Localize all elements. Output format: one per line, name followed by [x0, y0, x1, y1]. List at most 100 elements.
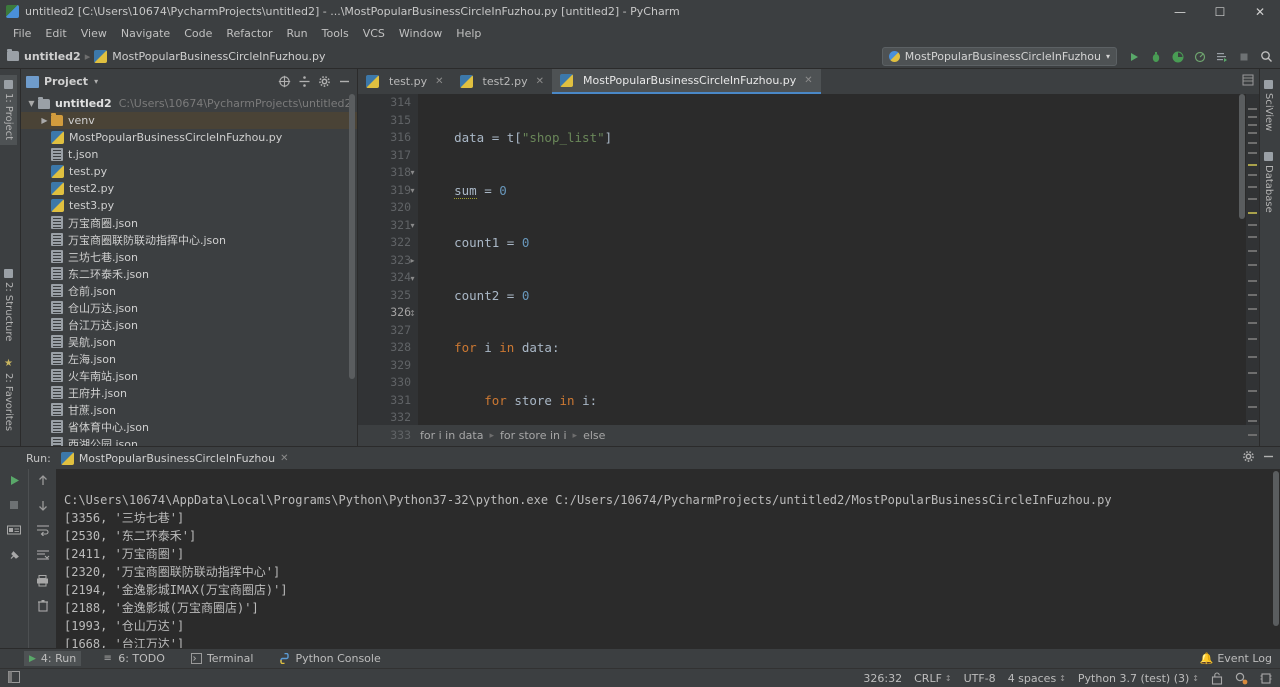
sidebar-tab-project[interactable]: 1: Project [0, 75, 17, 146]
scrollbar-thumb[interactable] [349, 94, 355, 379]
menu-help[interactable]: Help [449, 25, 488, 42]
chevron-right-icon[interactable]: ▶ [38, 116, 51, 125]
chevron-down-icon[interactable]: ▾ [94, 77, 98, 86]
fold-marker-for-store[interactable]: ▾ [408, 186, 417, 195]
editor-marker-bar[interactable] [1246, 94, 1259, 436]
menu-vcs[interactable]: VCS [356, 25, 392, 42]
chevron-down-icon[interactable]: ▼ [25, 99, 38, 108]
tree-row-file[interactable]: 王府井.json [21, 384, 357, 401]
hide-icon[interactable] [1262, 450, 1275, 466]
close-icon[interactable]: ✕ [536, 76, 544, 87]
tree-row-file[interactable]: 三坊七巷.json [21, 248, 357, 265]
tree-row-venv[interactable]: ▶ venv [21, 112, 357, 129]
tree-row-file[interactable]: 仓前.json [21, 282, 357, 299]
tree-row-file[interactable]: 西湖公园.json [21, 435, 357, 446]
sidebar-tab-favorites[interactable]: ★ 2: Favorites [0, 353, 17, 436]
project-file-tree[interactable]: ▼ untitled2 C:\Users\10674\PycharmProjec… [21, 94, 357, 446]
gear-icon[interactable] [316, 73, 333, 90]
minimize-button[interactable]: — [1160, 0, 1200, 23]
code-editor[interactable]: 314 315 316 317 318 319 320 321 322 323 … [358, 94, 1259, 442]
dump-threads-icon[interactable] [6, 522, 22, 538]
tree-row-file[interactable]: test.py [21, 163, 357, 180]
profile-button[interactable] [1190, 47, 1210, 67]
hide-icon[interactable] [336, 73, 353, 90]
maximize-button[interactable]: ☐ [1200, 0, 1240, 23]
pin-tab-icon[interactable] [6, 547, 22, 563]
interpreter-selector[interactable]: Python 3.7 (test) (3) ↕ [1078, 672, 1199, 685]
close-icon[interactable]: ✕ [804, 75, 812, 86]
close-icon[interactable]: ✕ [280, 453, 288, 464]
run-panel-tab[interactable]: MostPopularBusinessCircleInFuzhou ✕ [60, 451, 288, 465]
tree-row-file[interactable]: 台江万达.json [21, 316, 357, 333]
breadcrumb-file[interactable]: MostPopularBusinessCircleInFuzhou.py [112, 50, 325, 63]
bottom-tab-todo[interactable]: ≡ 6: TODO [97, 651, 170, 666]
print-icon[interactable] [35, 572, 51, 588]
code-text[interactable]: data = t["shop_list"] sum = 0 count1 = 0… [418, 94, 1259, 425]
coverage-button[interactable] [1168, 47, 1188, 67]
close-icon[interactable]: ✕ [435, 76, 443, 87]
stop-icon[interactable] [6, 497, 22, 513]
fold-marker-for-i[interactable]: ▾ [408, 168, 417, 177]
menu-file[interactable]: File [6, 25, 38, 42]
sidebar-tab-database[interactable]: Database [1260, 147, 1277, 218]
fold-marker-else[interactable]: ▾ [408, 274, 417, 283]
bottom-tab-python-console[interactable]: Python Console [274, 651, 385, 666]
bottom-tab-run[interactable]: ▶ 4: Run [24, 651, 82, 666]
breadcrumb-item-for-i[interactable]: for i in data [420, 429, 483, 442]
project-tree-scrollbar[interactable] [348, 94, 356, 446]
menu-edit[interactable]: Edit [38, 25, 73, 42]
indent-selector[interactable]: 4 spaces ↕ [1008, 672, 1066, 685]
run-button[interactable] [1124, 47, 1144, 67]
search-icon[interactable] [1256, 47, 1276, 67]
editor-tab-mostpopular[interactable]: MostPopularBusinessCircleInFuzhou.py ✕ [552, 69, 821, 94]
debug-button[interactable] [1146, 47, 1166, 67]
menu-refactor[interactable]: Refactor [219, 25, 279, 42]
up-arrow-icon[interactable] [35, 472, 51, 488]
console-scrollbar[interactable] [1272, 469, 1280, 648]
scrollbar-thumb[interactable] [1273, 471, 1279, 626]
fold-marker-if[interactable]: ▾ [408, 221, 417, 230]
menu-tools[interactable]: Tools [315, 25, 356, 42]
fold-marker-mid[interactable]: ▸ [408, 256, 417, 265]
inspection-icon[interactable] [1235, 672, 1248, 685]
gear-icon[interactable] [1242, 450, 1255, 466]
run-console-output[interactable]: C:\Users\10674\AppData\Local\Programs\Py… [56, 469, 1280, 648]
menu-run[interactable]: Run [280, 25, 315, 42]
editor-scrollbar[interactable] [1238, 94, 1246, 425]
tree-row-root[interactable]: ▼ untitled2 C:\Users\10674\PycharmProjec… [21, 95, 357, 112]
tree-row-file[interactable]: MostPopularBusinessCircleInFuzhou.py [21, 129, 357, 146]
bottom-tab-terminal[interactable]: Terminal [186, 651, 259, 666]
caret-position[interactable]: 326:32 [863, 672, 902, 685]
menu-window[interactable]: Window [392, 25, 449, 42]
editor-gutter[interactable]: 314 315 316 317 318 319 320 321 322 323 … [358, 94, 418, 442]
tree-row-file[interactable]: 左海.json [21, 350, 357, 367]
encoding-selector[interactable]: UTF-8 [964, 672, 996, 685]
tree-row-file[interactable]: t.json [21, 146, 357, 163]
event-log-button[interactable]: 🔔 Event Log [1200, 652, 1272, 665]
tree-row-file[interactable]: 万宝商圈联防联动指挥中心.json [21, 231, 357, 248]
scrollbar-thumb[interactable] [1239, 94, 1245, 219]
lock-icon[interactable] [1211, 671, 1223, 685]
collapse-all-icon[interactable] [296, 73, 313, 90]
fold-column[interactable]: ▾ ▾ ▾ ▸ ▾ ↕ [406, 94, 418, 425]
tree-row-file[interactable]: test3.py [21, 197, 357, 214]
stop-button[interactable] [1234, 47, 1254, 67]
hide-tool-windows-icon[interactable] [8, 670, 20, 686]
tree-row-file[interactable]: 仓山万达.json [21, 299, 357, 316]
expand-collapse-icon[interactable] [276, 73, 293, 90]
event-log-area[interactable]: 🔔 Event Log [1200, 652, 1280, 665]
editor-tab-test2[interactable]: test2.py ✕ [452, 69, 553, 94]
breadcrumb-item-for-store[interactable]: for store in i [500, 429, 567, 442]
breadcrumb-project[interactable]: untitled2 [24, 50, 81, 63]
close-button[interactable]: ✕ [1240, 0, 1280, 23]
clear-all-icon[interactable] [35, 597, 51, 613]
tree-row-file[interactable]: 东二环泰禾.json [21, 265, 357, 282]
tree-row-file[interactable]: test2.py [21, 180, 357, 197]
editor-tab-test[interactable]: test.py ✕ [358, 69, 452, 94]
line-separator-selector[interactable]: CRLF ↕ [914, 672, 951, 685]
breadcrumb-item-else[interactable]: else [583, 429, 605, 442]
run-with-console-button[interactable] [1212, 47, 1232, 67]
menu-navigate[interactable]: Navigate [114, 25, 177, 42]
fold-marker-current[interactable]: ↕ [408, 309, 417, 318]
run-configuration-selector[interactable]: MostPopularBusinessCircleInFuzhou ▾ [881, 47, 1117, 66]
